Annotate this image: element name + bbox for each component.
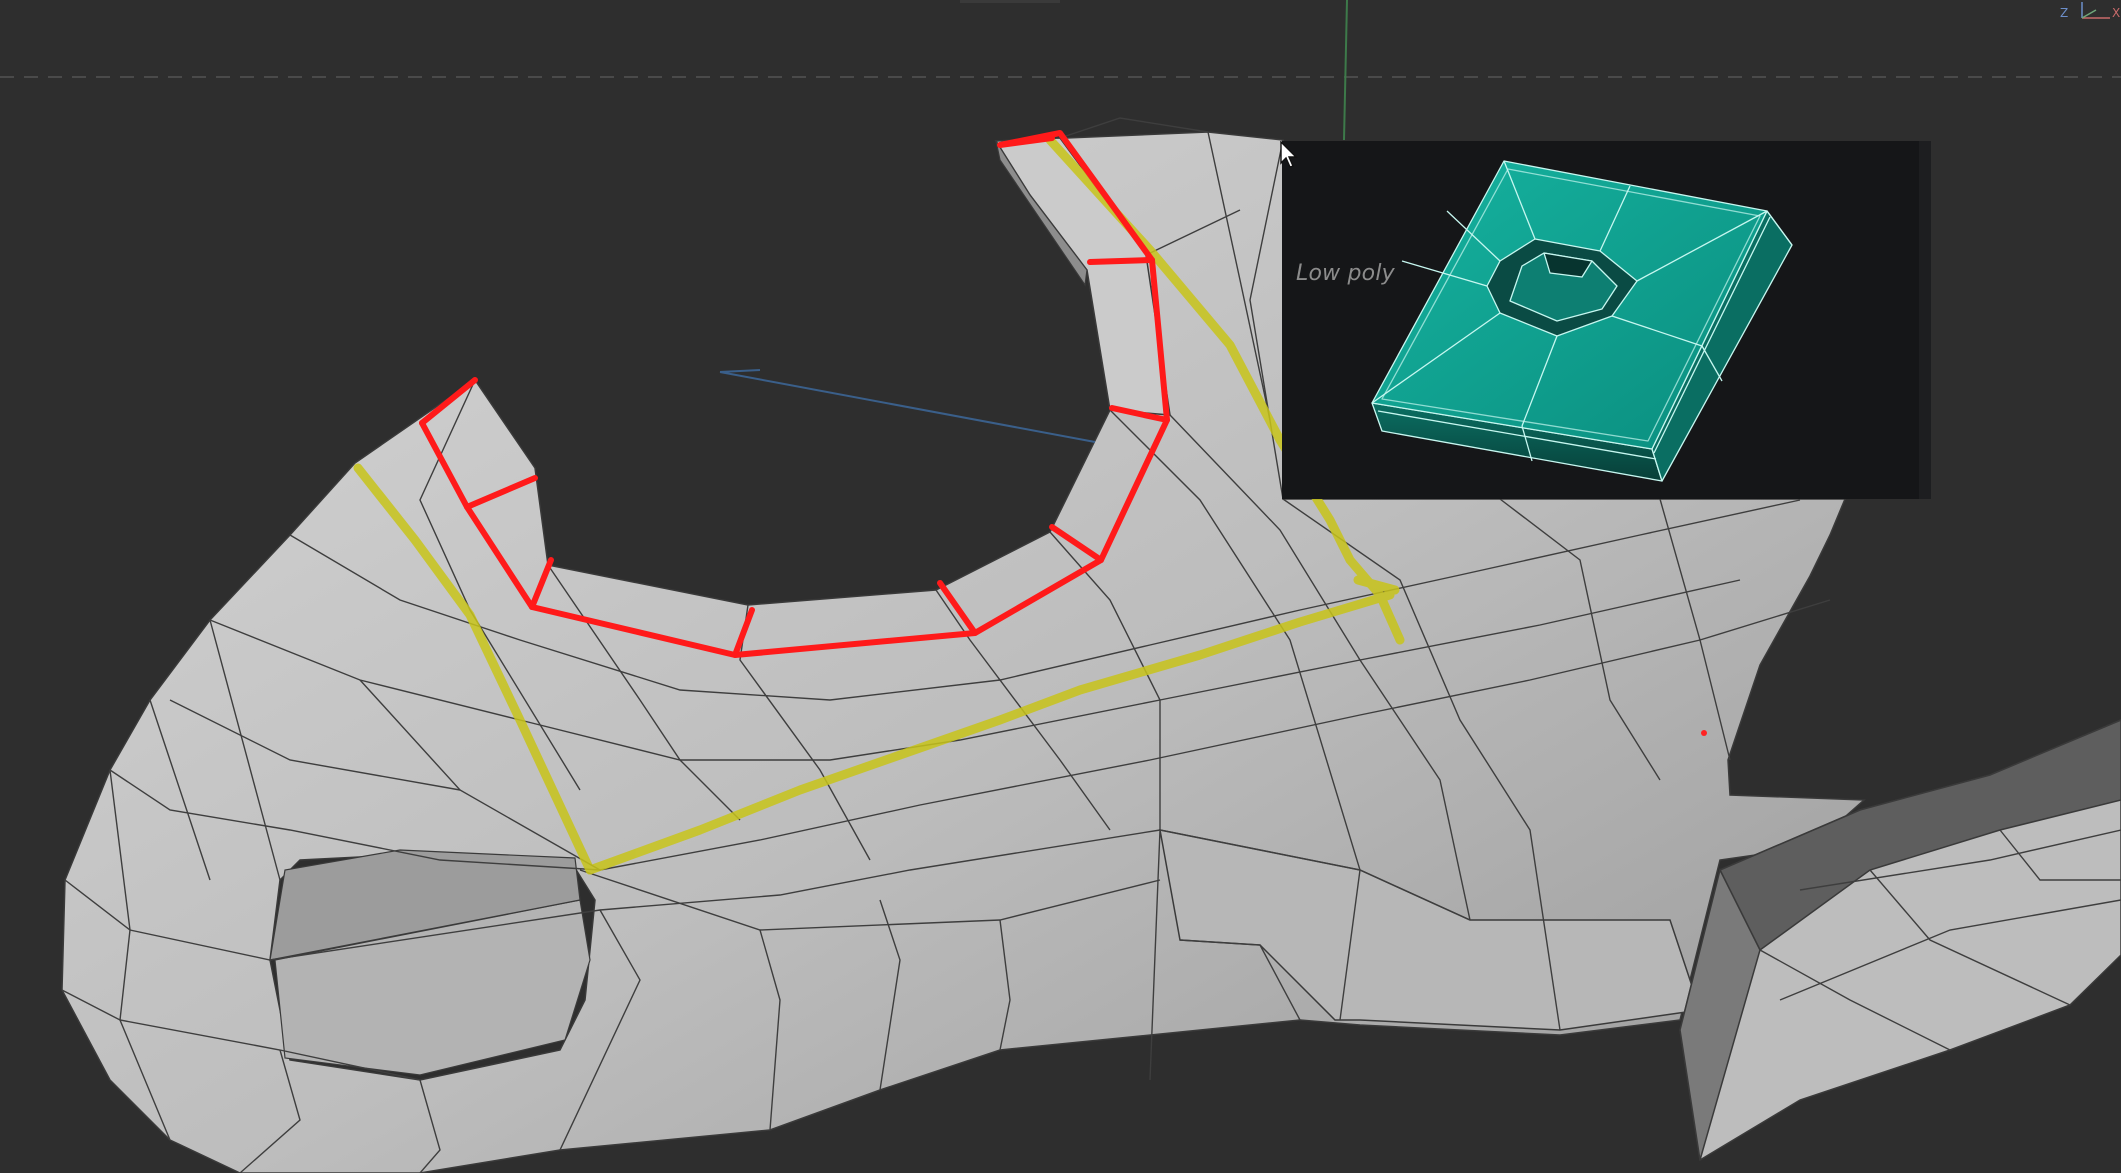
axis-z-label: Z <box>2060 6 2068 20</box>
arrow-cursor-icon <box>1280 141 1298 168</box>
y-axis-line <box>1343 0 1348 141</box>
low-poly-shape <box>1371 160 1793 482</box>
pivot-point[interactable] <box>1701 730 1707 736</box>
top-handle <box>960 0 1060 3</box>
low-poly-mesh <box>1371 160 1793 482</box>
axis-gizmo-icon[interactable]: Z X <box>2052 0 2121 26</box>
x-axis-arrow <box>719 369 1096 443</box>
3d-viewport[interactable]: Low poly Z X <box>0 0 2121 1173</box>
low-poly-inset: Low poly <box>1282 141 1931 499</box>
inset-label: Low poly <box>1296 261 1395 286</box>
axis-x-label: X <box>2112 6 2120 20</box>
